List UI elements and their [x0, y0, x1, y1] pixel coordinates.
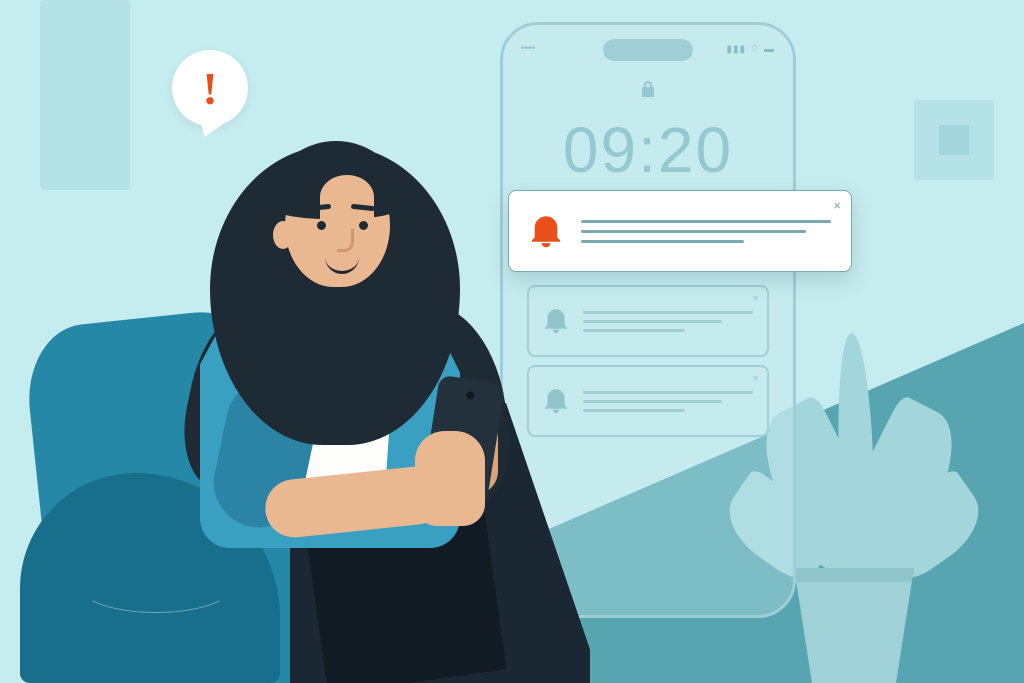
hair-part — [320, 175, 374, 219]
wifi-icon: ⌔ — [750, 44, 760, 55]
wall-frame-right — [914, 100, 994, 180]
signal-icon: ▮▮▮ — [727, 44, 747, 55]
battery-icon: ▬ — [764, 44, 775, 55]
eye — [317, 221, 326, 230]
close-icon: × — [753, 373, 759, 385]
woman-figure — [120, 43, 580, 683]
phone-notch — [603, 39, 693, 61]
speech-bubble: ! — [172, 50, 248, 126]
plant-pot — [794, 568, 914, 683]
notification-text-placeholder — [583, 305, 753, 338]
illustration-scene: •••• ▮▮▮ ⌔ ▬ 09:20 × × — [0, 0, 1024, 683]
status-icons: ▮▮▮ ⌔ ▬ — [727, 43, 775, 56]
lock-icon — [640, 80, 656, 103]
exclamation-icon: ! — [202, 62, 217, 115]
ear — [273, 221, 293, 249]
close-icon: × — [753, 293, 759, 305]
notification-text-placeholder — [581, 213, 831, 250]
nose — [337, 229, 354, 252]
head — [265, 135, 400, 290]
eye — [359, 221, 368, 230]
notification-text-placeholder — [583, 385, 753, 418]
close-icon[interactable]: × — [833, 199, 841, 212]
wall-frame-left — [40, 0, 130, 190]
notification-card-active[interactable]: × — [508, 190, 852, 272]
bell-icon — [529, 210, 563, 253]
